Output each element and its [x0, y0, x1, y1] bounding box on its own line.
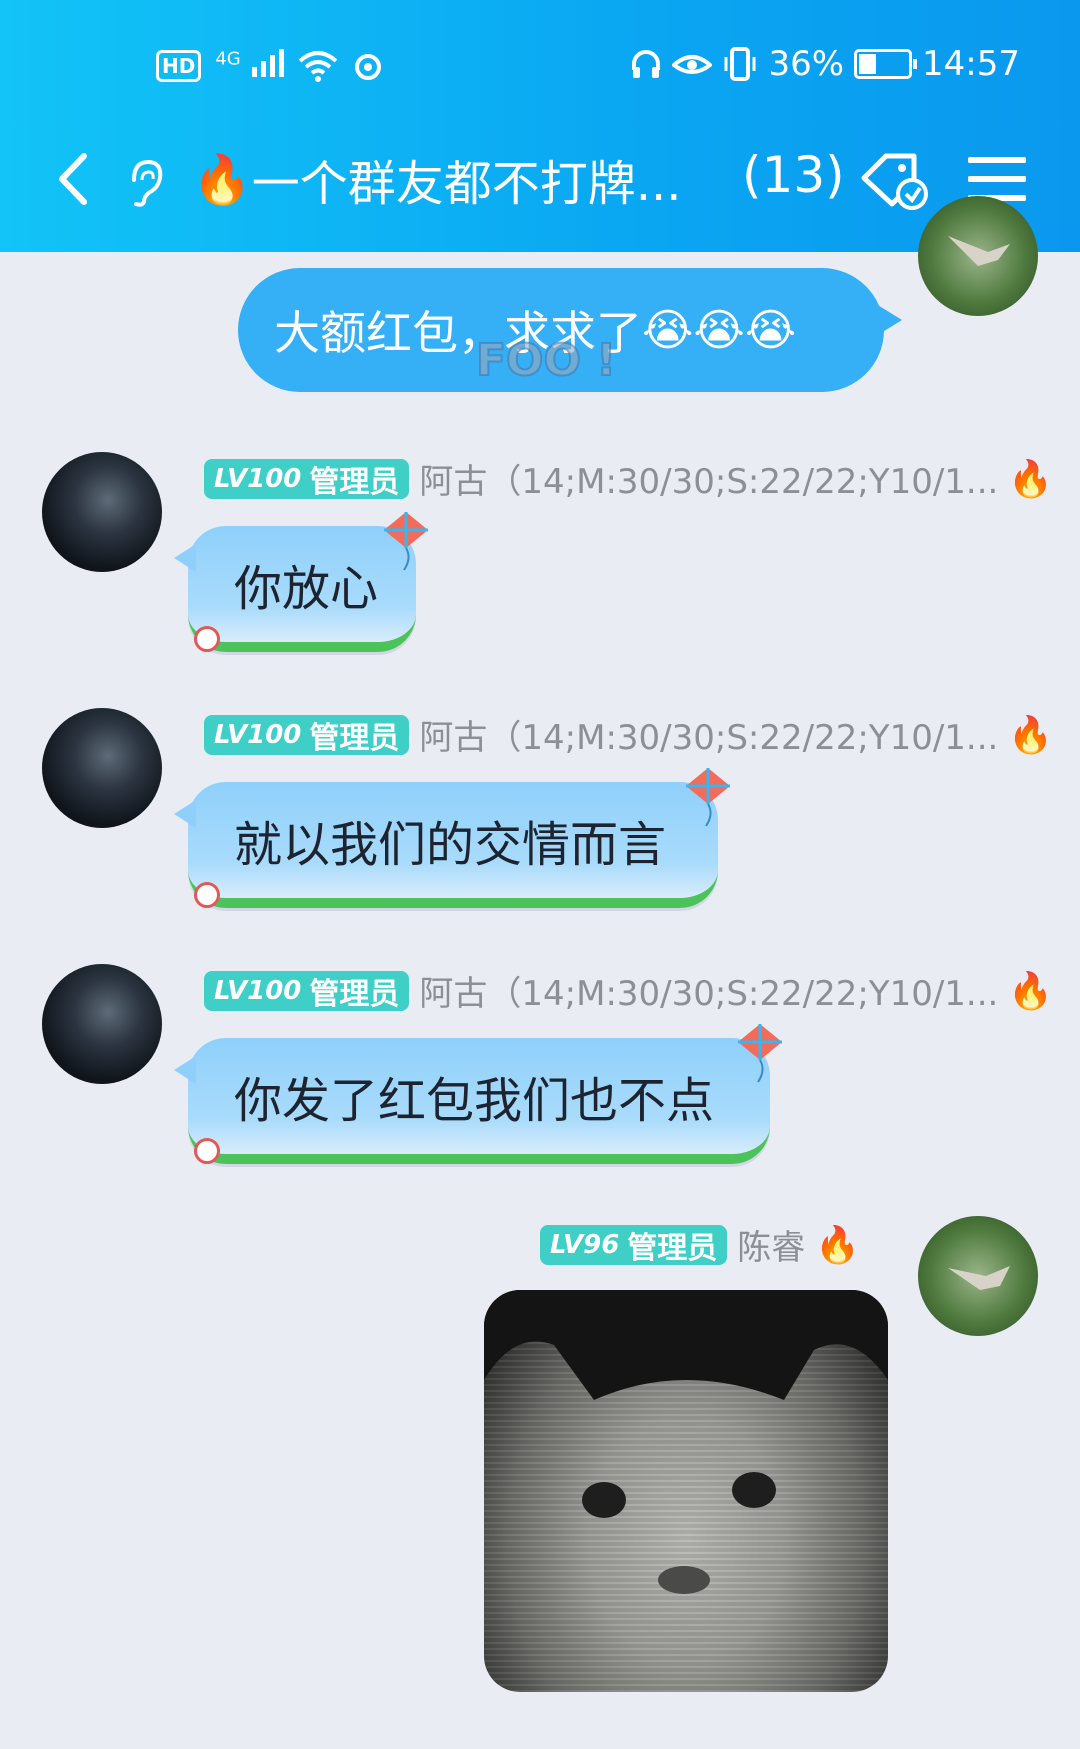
my-meta: LV96 管理员 陈睿 🔥 [540, 1220, 860, 1269]
clock: 14:57 [922, 44, 1020, 84]
group-tag-icon[interactable] [856, 148, 932, 216]
fire-icon: 🔥 [1008, 970, 1054, 1012]
my-avatar[interactable] [918, 196, 1038, 316]
kite-icon [686, 768, 730, 827]
sender-meta: LV100 管理员 阿古（14;M:30/30;S:22/22;Y10/1... … [204, 966, 1053, 1015]
sender-avatar[interactable] [42, 708, 162, 828]
chat-header: 🔥 一个群友都不打牌... (13) [0, 140, 1080, 220]
admin-badge: LV100 管理员 [204, 970, 410, 1012]
sender-name[interactable]: 阿古（14;M:30/30;S:22/22;Y10/1... [419, 454, 998, 503]
fire-icon: 🔥 [1008, 458, 1054, 500]
group-name: 一个群友都不打牌... [251, 156, 682, 212]
status-bar: HD 4G 36% 14:57 [0, 40, 1080, 90]
message-text: 你发了红包我们也不点 [234, 1073, 715, 1129]
netease-music-icon [354, 54, 381, 80]
admin-badge: LV96 管理员 [540, 1224, 728, 1266]
eye-comfort-icon [672, 55, 713, 74]
fire-icon: 🔥 [815, 1224, 861, 1266]
battery-percent: 36% [768, 44, 845, 84]
my-avatar[interactable] [918, 1216, 1038, 1336]
sender-meta: LV100 管理员 阿古（14;M:30/30;S:22/22;Y10/1... … [204, 454, 1053, 503]
crying-emoji: 😭😭😭 [642, 304, 797, 356]
message-bubble[interactable]: 你发了红包我们也不点 [174, 1038, 770, 1164]
sender-name[interactable]: 阿古（14;M:30/30;S:22/22;Y10/1... [419, 966, 998, 1015]
fire-icon: 🔥 [1008, 714, 1054, 756]
sender-avatar[interactable] [42, 964, 162, 1084]
message-bubble[interactable]: 就以我们的交情而言 [174, 782, 718, 908]
battery-icon [854, 49, 918, 79]
signal-icon: 4G [215, 46, 284, 86]
fire-icon: 🔥 [192, 151, 252, 208]
sad-cat-sticker[interactable] [484, 1290, 888, 1692]
vibrate-icon [724, 47, 756, 81]
pin-decoration [194, 1138, 220, 1164]
foo-overlay: FOO ! [475, 334, 617, 387]
member-count: (13) [742, 146, 845, 204]
admin-badge: LV100 管理员 [204, 458, 410, 500]
ear-icon[interactable] [122, 158, 166, 208]
wifi-icon [298, 51, 337, 82]
message-text: 就以我们的交情而言 [234, 817, 667, 873]
back-arrow-icon[interactable] [44, 144, 104, 214]
sender-name[interactable]: 阿古（14;M:30/30;S:22/22;Y10/1... [419, 710, 998, 759]
sender-meta: LV100 管理员 阿古（14;M:30/30;S:22/22;Y10/1... … [204, 710, 1053, 759]
sender-name[interactable]: 陈睿 [737, 1220, 805, 1269]
hd-icon: HD [156, 50, 202, 82]
top-bar: HD 4G 36% 14:57 🔥 一个群友都不打牌... (13) [0, 0, 1080, 252]
message-text: 你放心 [234, 561, 379, 617]
admin-badge: LV100 管理员 [204, 714, 410, 756]
chat-title[interactable]: 🔥 一个群友都不打牌... [192, 144, 682, 214]
headphone-icon [632, 50, 661, 78]
kite-icon [738, 1024, 782, 1083]
pin-decoration [194, 626, 220, 652]
sender-avatar[interactable] [42, 452, 162, 572]
kite-icon [384, 512, 428, 571]
pin-decoration [194, 882, 220, 908]
